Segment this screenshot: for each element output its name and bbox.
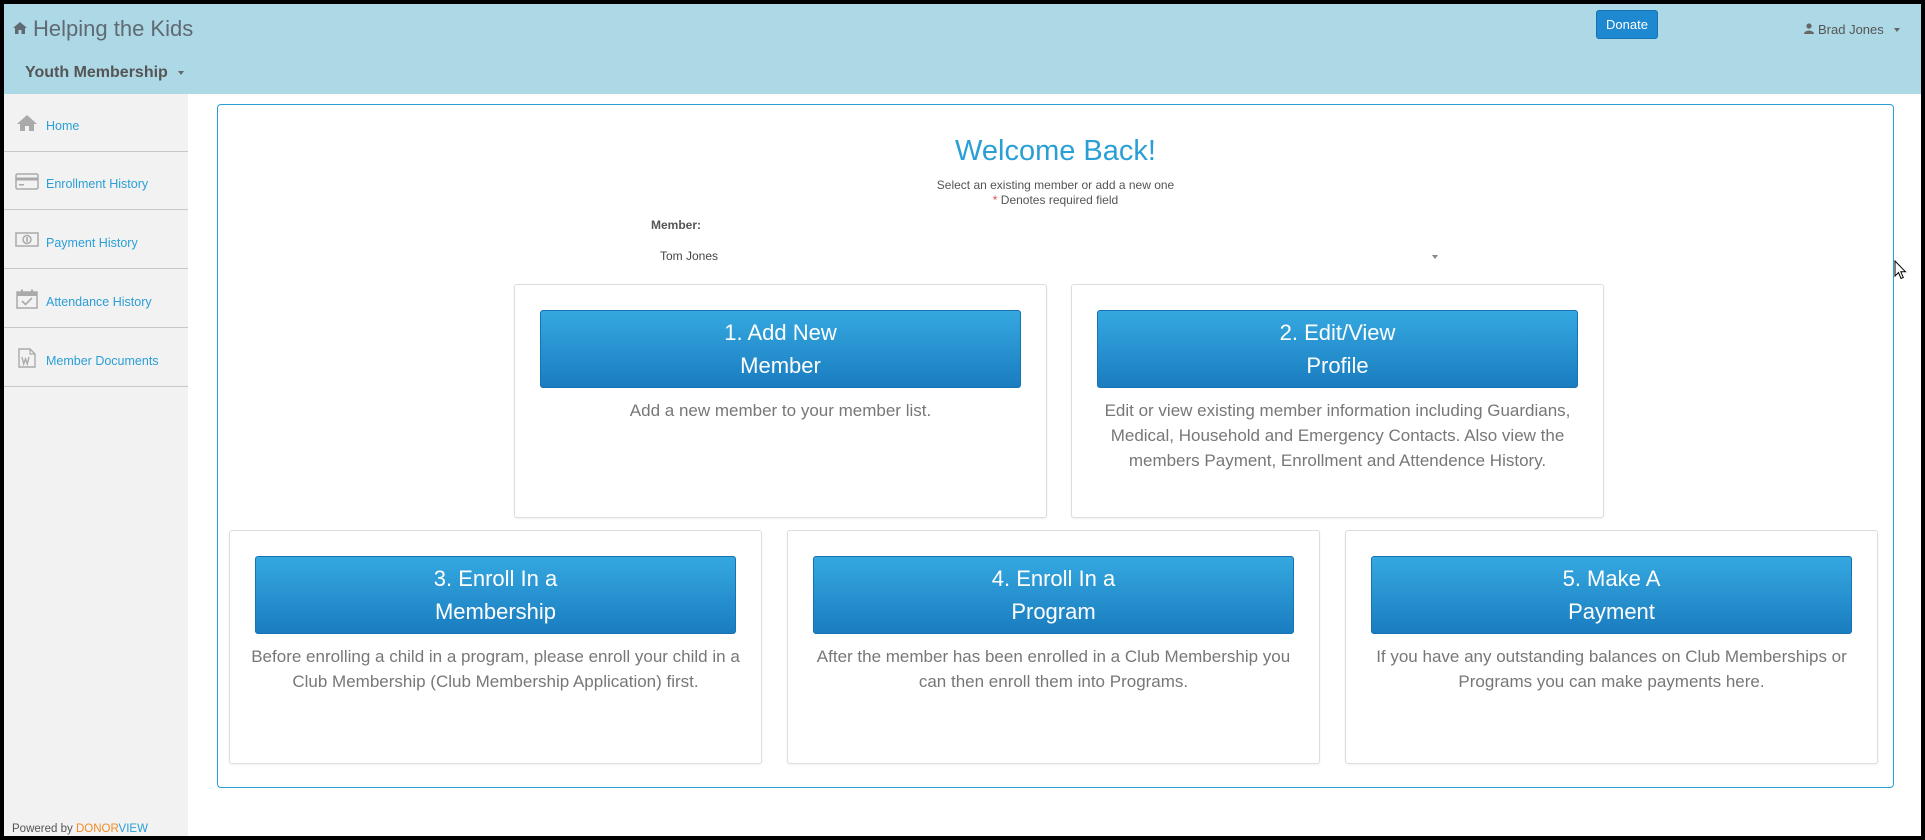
- calendar-check-icon: [15, 288, 41, 310]
- user-icon: [1804, 22, 1814, 37]
- add-new-member-button[interactable]: 1. Add New Member: [540, 310, 1021, 388]
- home-icon: [12, 16, 28, 42]
- chevron-down-icon: [1893, 27, 1900, 32]
- mouse-cursor-icon: [1894, 259, 1908, 285]
- edit-profile-card: 2. Edit/View Profile Edit or view existin…: [1071, 284, 1604, 518]
- button-line: 3. Enroll In a: [433, 566, 558, 591]
- powered-prefix: Powered by: [12, 823, 76, 835]
- button-line: Payment: [1568, 599, 1655, 624]
- sidebar-item-label: Member Documents: [46, 353, 159, 368]
- powered-by: Powered by DONORVIEW: [12, 823, 148, 835]
- button-line: 1. Add New: [724, 320, 837, 345]
- brand-link[interactable]: Helping the Kids: [12, 16, 193, 42]
- sidebar-item-payment-history[interactable]: Payment History: [4, 211, 188, 269]
- card-description: After the member has been enrolled in a …: [816, 647, 1291, 691]
- card-description: If you have any outstanding balances on …: [1376, 647, 1847, 691]
- button-line: Program: [1011, 599, 1096, 624]
- sidebar: Home Enrollment History Payment History …: [4, 94, 188, 836]
- member-select[interactable]: Tom Jones: [651, 242, 1451, 270]
- donate-button[interactable]: Donate: [1596, 10, 1658, 39]
- donorview-logo-donor[interactable]: DONOR: [76, 823, 119, 835]
- app-window: Helping the Kids Youth Membership Donate…: [4, 4, 1921, 836]
- money-icon: [15, 229, 41, 251]
- member-label: Member:: [651, 218, 702, 232]
- sidebar-item-label: Enrollment History: [46, 176, 149, 191]
- donorview-logo-view[interactable]: VIEW: [119, 823, 148, 835]
- home-icon: [15, 112, 41, 134]
- top-header: Helping the Kids Youth Membership Donate…: [4, 4, 1921, 94]
- enroll-membership-card: 3. Enroll In a Membership Before enrollin…: [229, 530, 762, 764]
- sidebar-item-enrollment-history[interactable]: Enrollment History: [4, 152, 188, 210]
- required-field-note: * Denotes required field: [218, 193, 1893, 207]
- sidebar-item-member-documents[interactable]: Member Documents: [4, 329, 188, 387]
- sidebar-item-label: Payment History: [46, 235, 138, 250]
- enroll-program-card: 4. Enroll In a Program After the member h…: [787, 530, 1320, 764]
- enroll-membership-button[interactable]: 3. Enroll In a Membership: [255, 556, 736, 634]
- edit-view-profile-button[interactable]: 2. Edit/View Profile: [1097, 310, 1578, 388]
- brand-title: Helping the Kids: [33, 16, 194, 41]
- make-payment-button[interactable]: 5. Make A Payment: [1371, 556, 1852, 634]
- document-icon: [15, 347, 41, 369]
- user-menu[interactable]: Brad Jones: [1804, 22, 1900, 37]
- sidebar-item-attendance-history[interactable]: Attendance History: [4, 270, 188, 328]
- required-note-text: Denotes required field: [997, 193, 1119, 207]
- credit-card-icon: [15, 170, 41, 192]
- button-line: 2. Edit/View: [1279, 320, 1396, 345]
- button-line: Member: [740, 353, 821, 378]
- module-label: Youth Membership: [25, 64, 168, 81]
- card-description: Before enrolling a child in a program, p…: [251, 647, 740, 691]
- button-line: 5. Make A: [1562, 566, 1661, 591]
- button-line: 4. Enroll In a: [991, 566, 1116, 591]
- member-select-value: Tom Jones: [660, 249, 719, 263]
- page-title: Welcome Back!: [955, 135, 1156, 167]
- sidebar-item-home[interactable]: Home: [4, 94, 188, 152]
- chevron-down-icon: [177, 71, 184, 75]
- welcome-panel: Welcome Back! Select an existing member …: [217, 104, 1894, 788]
- card-description: Edit or view existing member information…: [1104, 401, 1571, 470]
- card-description: Add a new member to your member list.: [629, 401, 932, 420]
- sidebar-item-label: Home: [46, 118, 80, 133]
- page-subtitle: Select an existing member or add a new o…: [936, 178, 1175, 192]
- enroll-program-button[interactable]: 4. Enroll In a Program: [813, 556, 1294, 634]
- button-line: Profile: [1306, 353, 1369, 378]
- add-member-card: 1. Add New Member Add a new member to you…: [514, 284, 1047, 518]
- button-line: Membership: [434, 599, 557, 624]
- chevron-down-icon: [1432, 255, 1438, 259]
- module-dropdown[interactable]: Youth Membership: [25, 64, 184, 82]
- sidebar-item-label: Attendance History: [46, 294, 152, 309]
- make-payment-card: 5. Make A Payment If you have any outstan…: [1345, 530, 1878, 764]
- user-name: Brad Jones: [1818, 22, 1884, 37]
